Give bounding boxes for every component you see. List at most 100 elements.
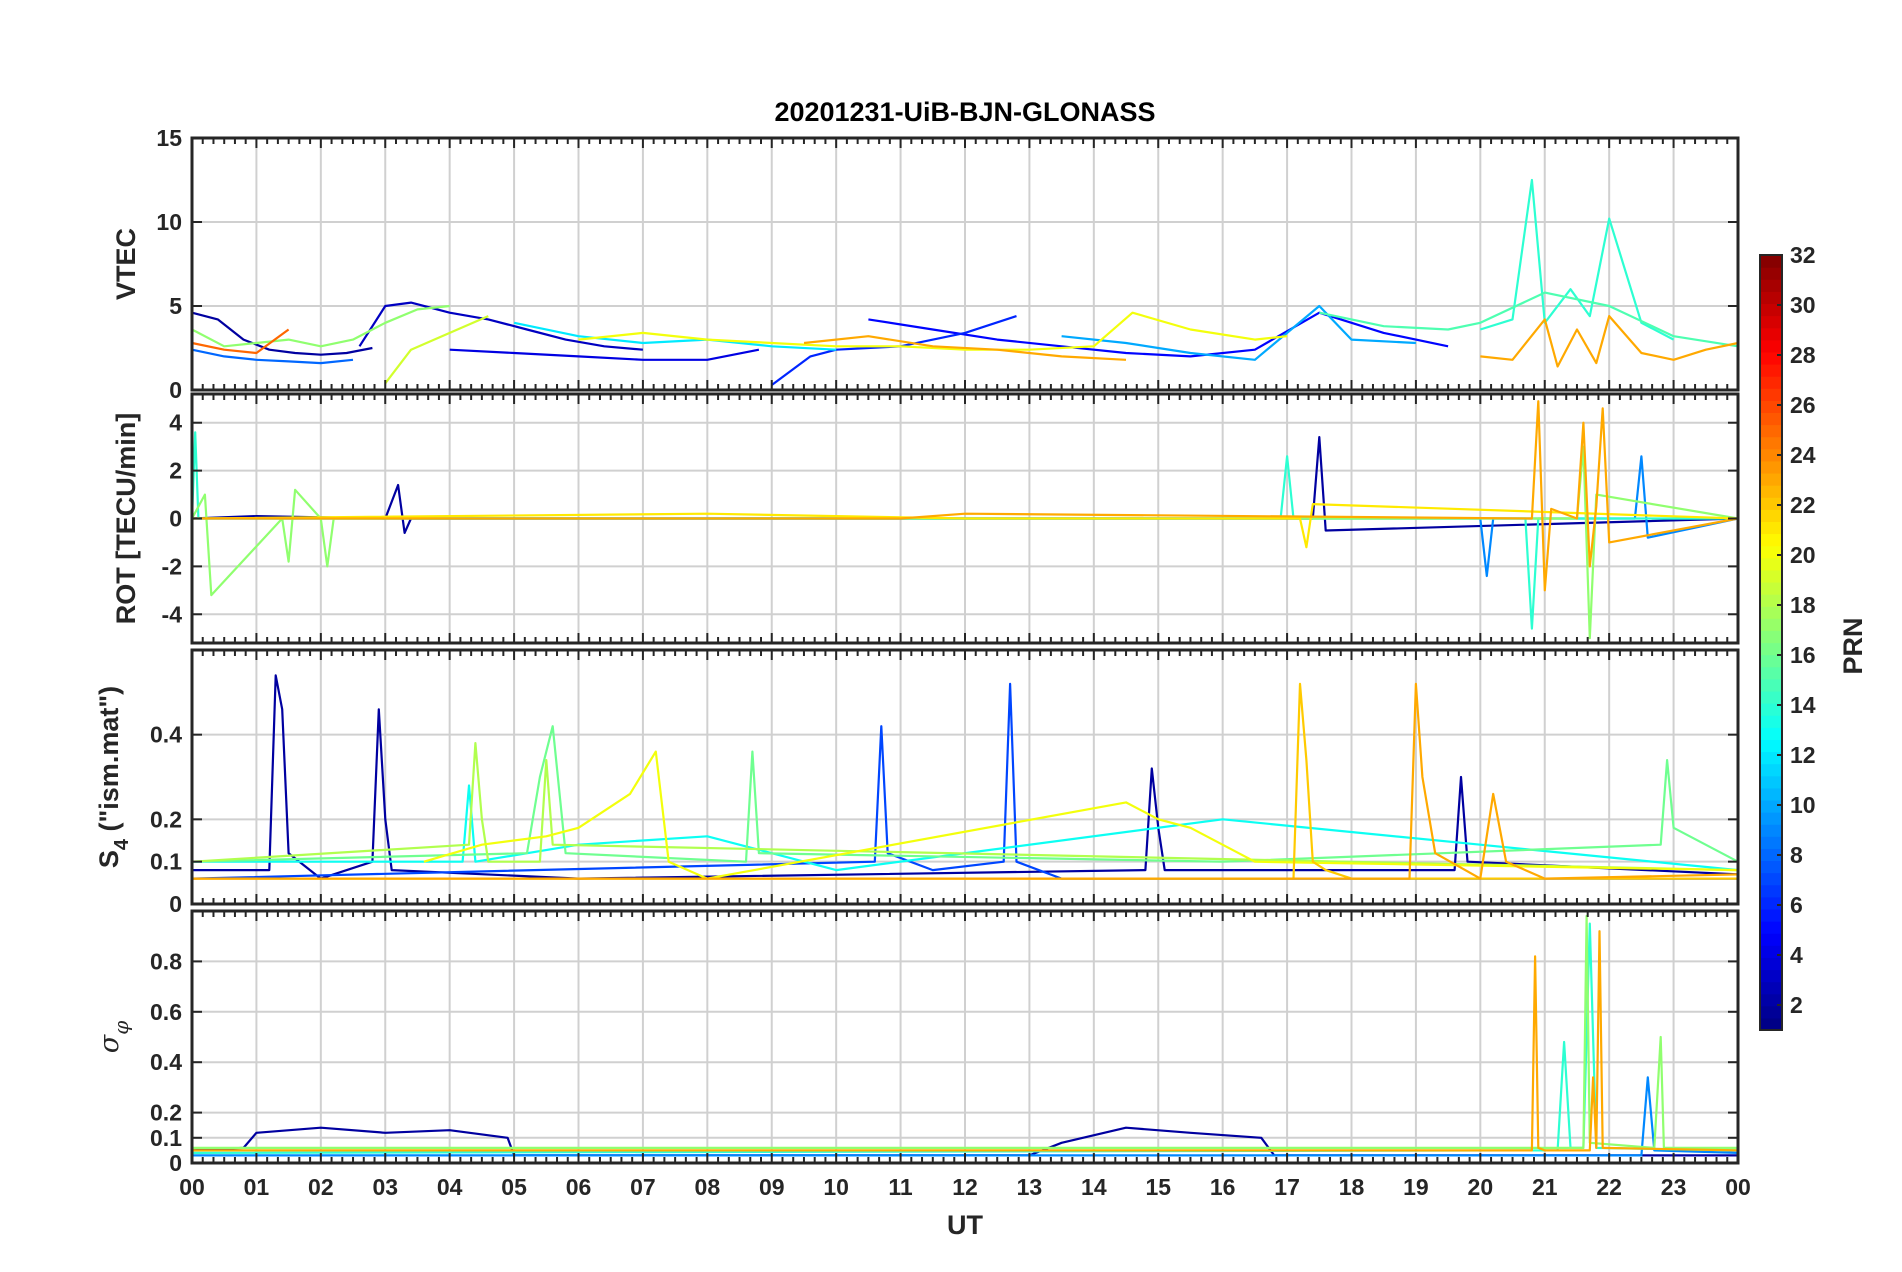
colorbar-tick-label: 22 (1790, 492, 1816, 518)
x-tick-label: 00 (1725, 1174, 1751, 1200)
y-tick-label: 0.1 (150, 1125, 182, 1151)
colorbar-segment (1760, 836, 1782, 849)
panel-sigma-phi: 00.10.2 0.4 0.6 0.8 σφ (94, 909, 1740, 1176)
colorbar-segment (1760, 884, 1782, 898)
colorbar-segment (1760, 509, 1782, 523)
colorbar-segment (1760, 533, 1782, 547)
colorbar-segment (1760, 678, 1782, 692)
series-line-prn-14 (1479, 178, 1675, 341)
colorbar-segment (1760, 315, 1782, 329)
colorbar-tick-label: 16 (1790, 642, 1816, 668)
colorbar-segment (1760, 1017, 1782, 1031)
y-tick-label: 0 (169, 1150, 182, 1176)
y-tick-label: 0.8 (150, 948, 182, 974)
x-tick-label: 10 (823, 1174, 849, 1200)
y-tick-label: -4 (162, 601, 183, 627)
x-tick-label: 07 (630, 1174, 656, 1200)
y-tick-label: 2 (169, 458, 182, 484)
y-axis-label: S4 ("ism.mat") (94, 686, 133, 868)
colorbar-segment (1760, 775, 1782, 789)
x-tick-label: 05 (501, 1174, 527, 1200)
colorbar-segment (1760, 472, 1782, 486)
colorbar-tick-label: 28 (1790, 342, 1816, 368)
colorbar-segment (1760, 412, 1782, 426)
colorbar-segment (1760, 327, 1782, 341)
colorbar-segment (1760, 896, 1782, 910)
colorbar-segment (1760, 279, 1782, 292)
colorbar-tick-label: 10 (1790, 792, 1816, 818)
colorbar-segment (1760, 981, 1782, 995)
colorbar-tick-label: 2 (1790, 992, 1803, 1018)
colorbar-tick-label: 32 (1790, 242, 1816, 268)
colorbar-segment (1760, 267, 1782, 280)
x-tick-label: 15 (1145, 1174, 1171, 1200)
colorbar-segment (1760, 497, 1782, 510)
colorbar-segment (1760, 908, 1782, 922)
panel-vtec: 0 5 10 15 VTEC (111, 125, 1740, 403)
x-tick-label: 16 (1210, 1174, 1236, 1200)
y-tick-label: 0.4 (150, 1049, 182, 1075)
colorbar-segment (1760, 400, 1782, 414)
x-tick-label: 19 (1403, 1174, 1429, 1200)
colorbar-tick-label: 20 (1790, 542, 1816, 568)
colorbar-segment (1760, 957, 1782, 971)
y-tick-label: 0.4 (150, 722, 182, 748)
colorbar-segment (1760, 872, 1782, 886)
colorbar-segment (1760, 727, 1782, 740)
colorbar-tick-label: 30 (1790, 292, 1816, 318)
colorbar-tick-label: 4 (1790, 942, 1803, 968)
colorbar-segment (1760, 569, 1782, 583)
colorbar-tick-label: 12 (1790, 742, 1816, 768)
colorbar-tick-label: 26 (1790, 392, 1816, 418)
x-tick-label: 23 (1661, 1174, 1687, 1200)
colorbar-segment (1760, 485, 1782, 498)
colorbar-segment (1760, 436, 1782, 450)
colorbar-segment (1760, 715, 1782, 728)
series-line-prn-19 (384, 315, 489, 384)
colorbar: 2468101214161820222426283032 (1759, 242, 1816, 1031)
x-tick-label: 06 (566, 1174, 592, 1200)
y-axis-label: VTEC (111, 228, 141, 300)
x-tick-label: 00 (179, 1174, 205, 1200)
y-tick-label: 0.2 (150, 806, 182, 832)
colorbar-segment (1760, 1005, 1782, 1019)
y-tick-label: 15 (156, 125, 182, 151)
x-tick-label: 02 (308, 1174, 334, 1200)
y-axis-label: σφ (94, 1021, 133, 1053)
x-tick-label: 13 (1017, 1174, 1043, 1200)
colorbar-segment (1760, 969, 1782, 983)
x-tick-label: 01 (244, 1174, 270, 1200)
colorbar-segment (1760, 545, 1782, 559)
y-tick-label: 4 (169, 410, 182, 436)
y-tick-label: 0 (169, 506, 182, 532)
x-tick-label: 18 (1339, 1174, 1365, 1200)
colorbar-tick-label: 8 (1790, 842, 1803, 868)
figure: 20201231-UiB-BJN-GLONASS 051015VTEC -4-2… (94, 97, 1868, 1240)
x-tick-label: 03 (372, 1174, 398, 1200)
colorbar-segment (1760, 630, 1782, 644)
y-axis-label: ROT [TECU/min] (111, 413, 141, 624)
colorbar-segment (1760, 606, 1782, 619)
x-tick-label: 12 (952, 1174, 978, 1200)
series-line-prn-20 (578, 311, 1288, 351)
colorbar-segment (1760, 642, 1782, 656)
y-tick-label: 0 (169, 377, 182, 403)
colorbar-segment (1760, 860, 1782, 874)
colorbar-segment (1760, 824, 1782, 837)
colorbar-segment (1760, 363, 1782, 377)
colorbar-segment (1760, 557, 1782, 571)
series-line-prn-4 (449, 348, 760, 361)
y-tick-label: 5 (169, 293, 182, 319)
series-line-prn-8 (191, 348, 354, 365)
colorbar-segment (1760, 291, 1782, 305)
x-tick-label: 04 (437, 1174, 463, 1200)
panel-rot: -4 -2 0 2 4 ROT [TECU/min] (111, 392, 1740, 645)
colorbar-segment (1760, 424, 1782, 438)
x-tick-label: 17 (1274, 1174, 1300, 1200)
colorbar-segment (1760, 763, 1782, 777)
colorbar-segment (1760, 388, 1782, 401)
colorbar-tick-label: 14 (1790, 692, 1816, 718)
x-tick-label: 09 (759, 1174, 785, 1200)
chart-title: 20201231-UiB-BJN-GLONASS (774, 97, 1155, 127)
colorbar-segment (1760, 521, 1782, 535)
